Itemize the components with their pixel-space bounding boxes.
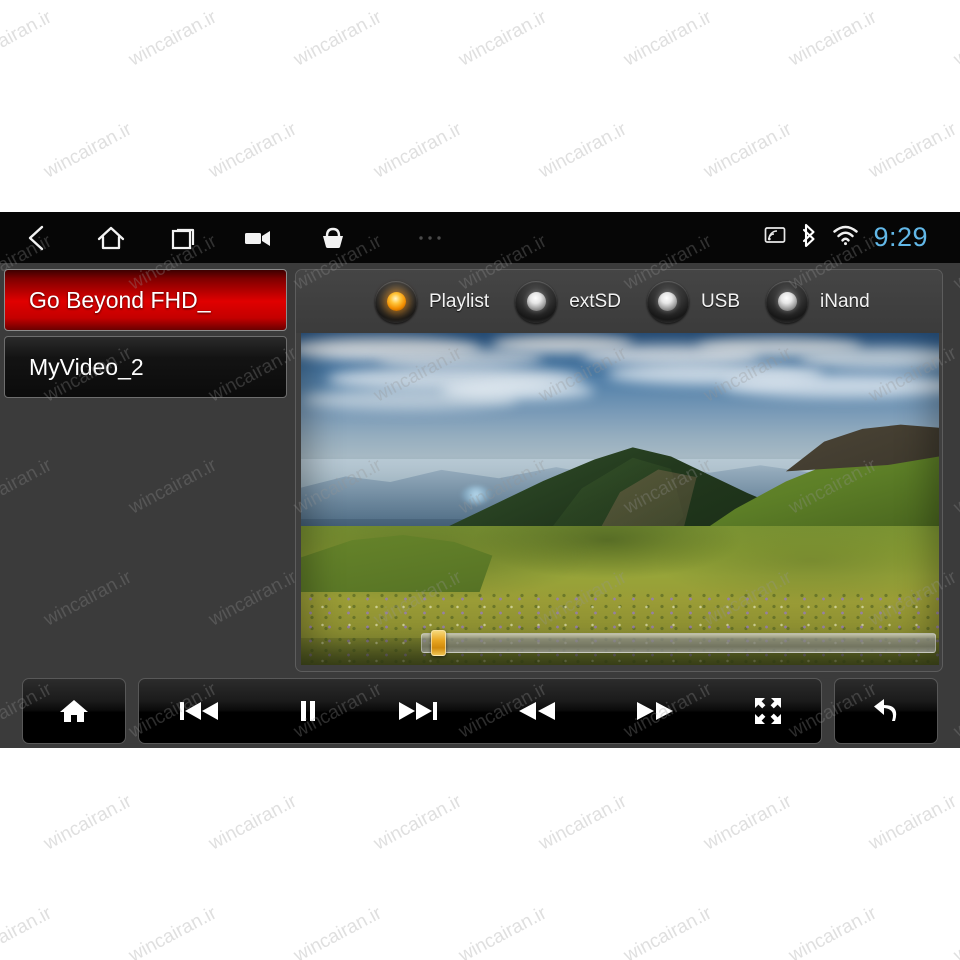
watermark-text: wincairan.ir bbox=[125, 6, 221, 71]
watermark-text: wincairan.ir bbox=[40, 790, 136, 855]
watermark-text: wincairan.ir bbox=[125, 902, 221, 960]
fast-forward-button[interactable] bbox=[596, 678, 714, 744]
seek-thumb[interactable] bbox=[431, 630, 446, 656]
home-button-group bbox=[22, 678, 126, 744]
back-icon[interactable] bbox=[0, 212, 74, 263]
seek-track[interactable] bbox=[421, 633, 936, 653]
led-indicator-icon bbox=[766, 280, 809, 323]
player-content-panel: Playlist extSD USB iNand bbox=[295, 269, 943, 672]
watermark-text: wincairan.ir bbox=[205, 790, 301, 855]
source-option-inand[interactable]: iNand bbox=[766, 280, 870, 323]
watermark-text: wincairan.ir bbox=[785, 6, 881, 71]
watermark-text: wincairan.ir bbox=[290, 6, 386, 71]
rewind-button[interactable] bbox=[478, 678, 596, 744]
watermark-text: wincairan.ir bbox=[370, 790, 466, 855]
watermark-text: wincairan.ir bbox=[290, 902, 386, 960]
pause-button[interactable] bbox=[259, 678, 357, 744]
watermark-text: wincairan.ir bbox=[620, 6, 716, 71]
video-surface[interactable] bbox=[301, 333, 939, 665]
watermark-text: wincairan.ir bbox=[700, 790, 796, 855]
led-indicator-icon bbox=[375, 280, 417, 323]
playlist-item[interactable]: MyVideo_2 bbox=[4, 336, 287, 398]
video-vignette bbox=[301, 333, 939, 665]
recents-icon[interactable] bbox=[148, 212, 222, 263]
led-indicator-icon bbox=[646, 280, 689, 323]
device-screen: 9:29 Go Beyond FHD_ MyVideo_2 Playlist e… bbox=[0, 212, 960, 748]
status-clock: 9:29 bbox=[873, 222, 928, 252]
watermark-text: wincairan.ir bbox=[700, 118, 796, 183]
watermark-text: wincairan.ir bbox=[865, 118, 960, 183]
fullscreen-button[interactable] bbox=[715, 678, 821, 744]
watermark-text: wincairan.ir bbox=[205, 118, 301, 183]
screencast-icon bbox=[764, 226, 786, 250]
watermark-text: wincairan.ir bbox=[455, 902, 551, 960]
source-option-label: USB bbox=[700, 290, 741, 312]
player-control-bar bbox=[0, 674, 960, 748]
source-option-label: extSD bbox=[569, 290, 621, 312]
return-button[interactable] bbox=[835, 678, 937, 744]
status-indicator-group: 9:29 bbox=[764, 222, 960, 253]
watermark-text: wincairan.ir bbox=[455, 6, 551, 71]
android-status-bar: 9:29 bbox=[0, 212, 960, 263]
watermark-text: wincairan.ir bbox=[785, 902, 881, 960]
seek-bar[interactable] bbox=[421, 630, 936, 656]
overflow-menu-icon[interactable] bbox=[370, 212, 490, 263]
wifi-icon bbox=[832, 224, 859, 251]
watermark-text: wincairan.ir bbox=[40, 118, 136, 183]
camera-icon[interactable] bbox=[222, 212, 296, 263]
playlist-item-selected[interactable]: Go Beyond FHD_ bbox=[4, 269, 287, 331]
return-button-group bbox=[834, 678, 938, 744]
source-option-extsd[interactable]: extSD bbox=[515, 280, 621, 323]
source-option-usb[interactable]: USB bbox=[646, 280, 741, 323]
watermark-text: wincairan.ir bbox=[370, 118, 466, 183]
watermark-text: wincairan.ir bbox=[535, 790, 631, 855]
basket-icon[interactable] bbox=[296, 212, 370, 263]
watermark-text: wincairan.ir bbox=[0, 902, 56, 960]
led-indicator-icon bbox=[515, 280, 558, 323]
watermark-text: wincairan.ir bbox=[620, 902, 716, 960]
source-option-playlist[interactable]: Playlist bbox=[375, 280, 490, 323]
playlist-item-label: MyVideo_2 bbox=[29, 353, 144, 380]
video-player-app: Go Beyond FHD_ MyVideo_2 Playlist extSD … bbox=[0, 263, 960, 748]
watermark-text: wincairan.ir bbox=[0, 6, 56, 71]
next-track-button[interactable] bbox=[358, 678, 478, 744]
playlist-item-label: Go Beyond FHD_ bbox=[29, 286, 211, 313]
watermark-text: wincairan.ir bbox=[950, 6, 960, 71]
source-selector-strip: Playlist extSD USB iNand bbox=[296, 270, 942, 333]
home-icon[interactable] bbox=[74, 212, 148, 263]
source-option-label: Playlist bbox=[429, 290, 490, 312]
navigation-button-group bbox=[0, 212, 490, 263]
source-option-label: iNand bbox=[820, 290, 870, 312]
watermark-text: wincairan.ir bbox=[535, 118, 631, 183]
bluetooth-icon bbox=[800, 223, 818, 253]
previous-track-button[interactable] bbox=[139, 678, 259, 744]
transport-button-group bbox=[138, 678, 822, 744]
watermark-text: wincairan.ir bbox=[950, 902, 960, 960]
playlist-sidebar: Go Beyond FHD_ MyVideo_2 bbox=[0, 263, 291, 674]
home-button[interactable] bbox=[23, 678, 125, 744]
watermark-text: wincairan.ir bbox=[865, 790, 960, 855]
